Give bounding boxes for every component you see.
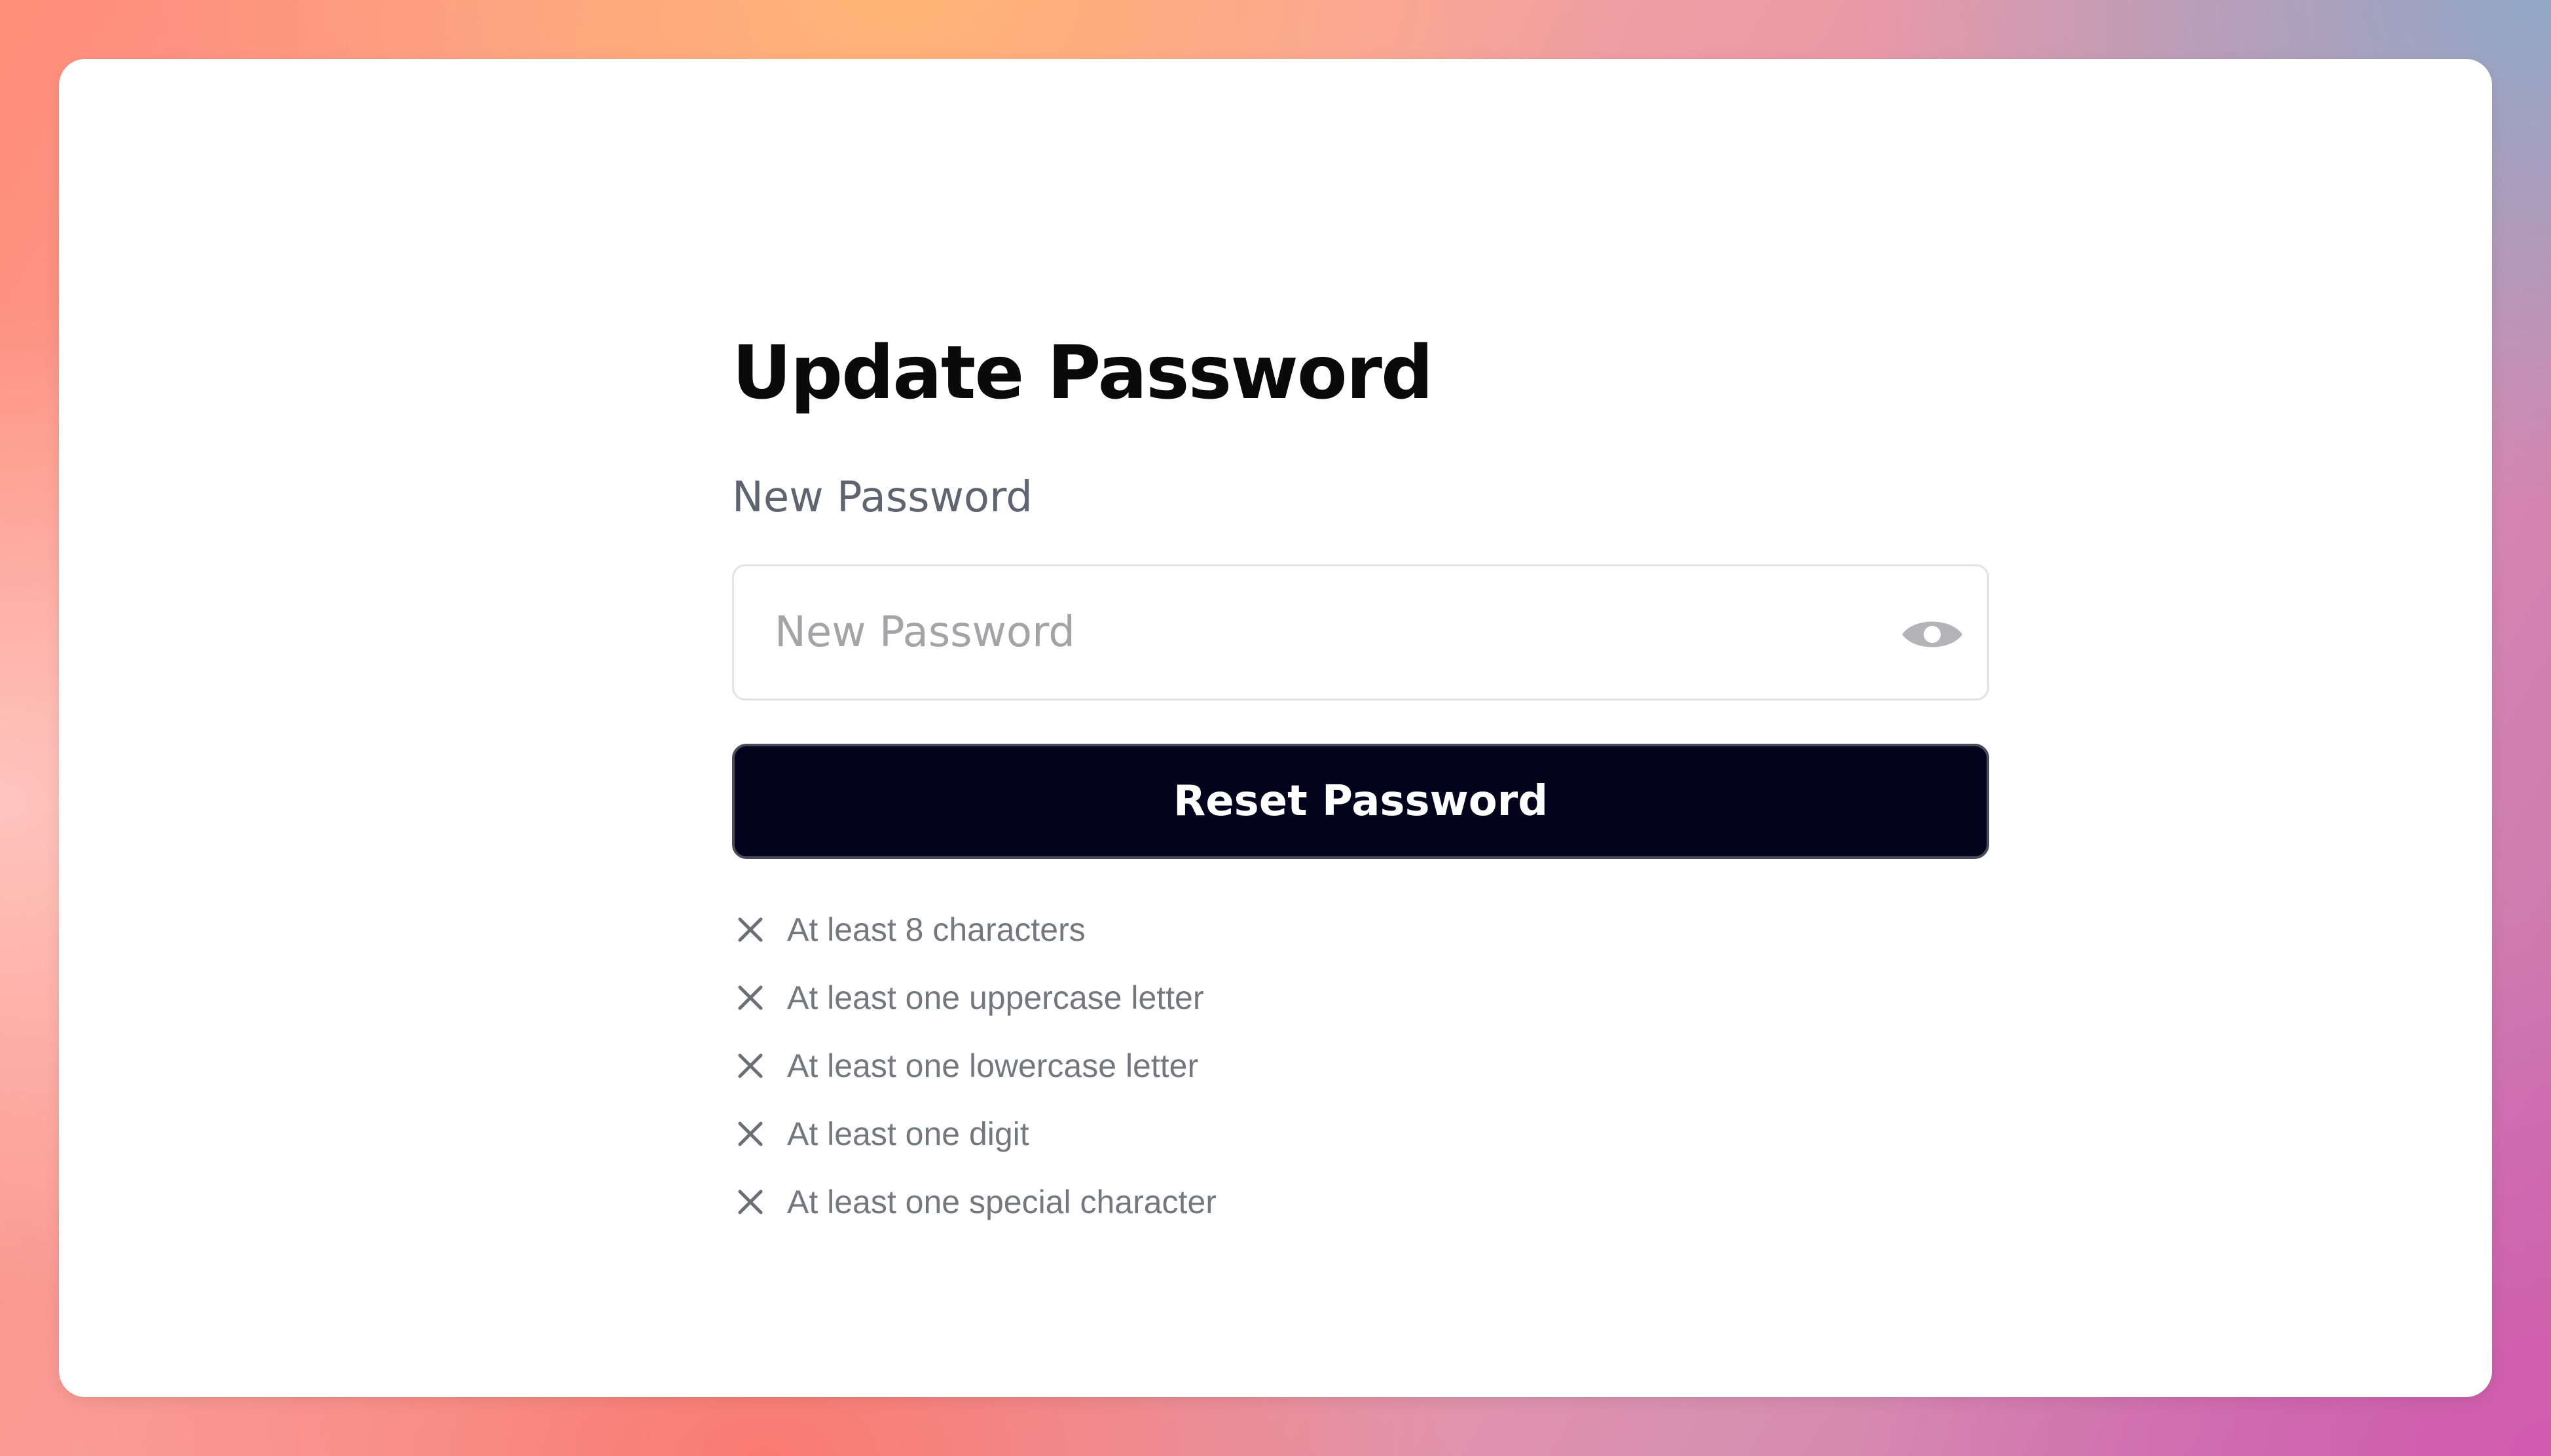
x-icon [733, 1185, 767, 1219]
page-title: Update Password [732, 331, 1433, 416]
new-password-field-wrapper [732, 564, 1989, 701]
x-icon [733, 1117, 767, 1151]
toggle-password-visibility-button[interactable] [1901, 604, 1964, 664]
new-password-input[interactable] [734, 566, 1987, 699]
requirement-text: At least 8 characters [787, 911, 1086, 948]
update-password-form: Update Password New Password Reset Passw… [732, 321, 1989, 1247]
requirement-item: At least one digit [732, 1100, 1989, 1168]
x-icon [733, 981, 767, 1015]
x-icon [733, 1049, 767, 1083]
new-password-label: New Password [732, 473, 1033, 522]
requirement-text: At least one uppercase letter [787, 979, 1204, 1016]
requirement-text: At least one special character [787, 1184, 1217, 1220]
requirement-item: At least one uppercase letter [732, 964, 1989, 1032]
password-card: Update Password New Password Reset Passw… [59, 59, 2492, 1397]
requirement-item: At least one special character [732, 1168, 1989, 1236]
requirement-item: At least one lowercase letter [732, 1032, 1989, 1100]
x-icon [733, 913, 767, 947]
password-requirements-list: At least 8 characters At least one upper… [732, 896, 1989, 1236]
requirement-text: At least one digit [787, 1116, 1029, 1152]
reset-password-button[interactable]: Reset Password [732, 744, 1989, 859]
eye-icon [1902, 621, 1962, 647]
requirement-item: At least 8 characters [732, 896, 1989, 964]
requirement-text: At least one lowercase letter [787, 1047, 1199, 1084]
